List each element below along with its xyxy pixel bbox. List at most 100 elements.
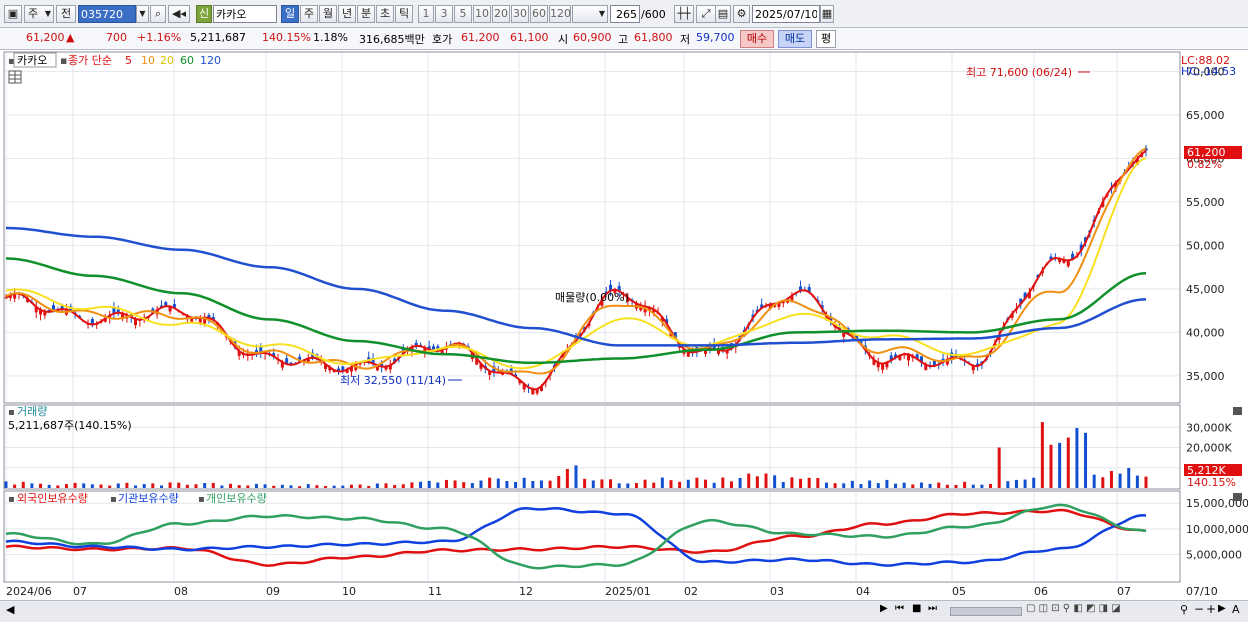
stop-icon[interactable]: ■ [912,603,921,614]
interval-button[interactable]: 1 [418,5,434,23]
interval-button[interactable]: 20 [492,5,510,23]
volume-bar [203,483,207,488]
inst-holding-label: 기관보유수량 [118,492,179,505]
volume-bar [755,476,759,488]
panel-handle-icon: ▪ [198,494,205,505]
volume-bar [583,478,587,488]
volume-bar [695,477,699,488]
volume-bar [505,481,509,488]
volume-bar [902,482,906,488]
period-button[interactable]: 초 [376,5,394,23]
volume-bar [272,485,276,488]
holding-y-tick: 10,000,000 [1186,523,1248,536]
volume-bar [919,482,923,488]
holding-panel-close-icon[interactable] [1233,493,1242,501]
indiv-holding-label: 개인보유수량 [206,492,267,505]
interval-button[interactable]: 5 [454,5,472,23]
volume-bar [1127,467,1131,488]
interval-button[interactable]: 30 [511,5,529,23]
volume-bar [1032,477,1036,488]
volume-bar [375,483,379,488]
supply-balloon: 매물량(0.00%) [555,291,629,304]
scroll-thumb[interactable] [950,607,1022,616]
volume-bar [168,482,172,488]
volume-bar [600,479,604,488]
volume-bar [850,480,854,488]
volume-bar [159,485,163,488]
period-button[interactable]: 분 [357,5,375,23]
volume-bar [799,478,803,488]
volume-y-tick: 30,000K [1186,421,1232,434]
volume-bar [643,479,647,488]
x-tick: 08 [174,585,188,598]
volume-bar [427,480,431,488]
volume-bar [298,486,302,488]
volume-bar [470,483,474,488]
volume-bar [1092,474,1096,488]
price-panel [3,51,1181,404]
scroll-left-icon[interactable]: ◀ [6,603,14,616]
tool-icons[interactable]: ▢ ◫ ⊡ ⚲ ◧ ◩ ◨ ◪ [1026,603,1121,614]
scroll-right-icon[interactable]: ▶ [1218,603,1226,614]
zoom-icon[interactable]: ⚲ [1180,603,1188,616]
volume-bar [539,480,543,488]
volume-bar [660,477,664,488]
period-button[interactable]: 년 [338,5,356,23]
volume-bar [436,482,440,488]
x-axis-labels: 2024/06 07 08 09 10 11 12 2025/01 02 03 04 05 06 07 07… [6,585,1218,598]
interval-button[interactable]: 120 [549,5,571,23]
volume-panel-close-icon[interactable] [1233,407,1242,415]
panel-handle-icon: ▪ [8,407,15,418]
volume-bar [859,484,863,488]
price-y-tick: 45,000 [1186,283,1225,296]
volume-bar [90,484,94,488]
volume-value-label: 5,211,687주(140.15%) [8,419,132,432]
scroll-bar-area: ◀ ▶ ⏮ ■ ⏭ ▢ ◫ ⊡ ⚲ ◧ ◩ ◨ ◪ ⚲ − + ▶ A [0,600,1248,622]
period-button[interactable]: 주 [300,5,318,23]
price-y-tick: 50,000 [1186,239,1225,252]
zoom-in-icon[interactable]: + [1206,602,1216,616]
volume-bar [125,482,129,488]
volume-bar [989,483,993,488]
volume-bar [453,480,457,488]
volume-bar [617,483,621,488]
forward-icon[interactable]: ⏭ [928,603,937,614]
rewind-icon[interactable]: ⏮ [895,603,904,614]
volume-bar [306,484,310,488]
high-annotation: 최고 71,600 (06/24) [966,66,1072,79]
volume-bar [410,482,414,488]
price-y-tick: 40,000 [1186,326,1225,339]
x-tick: 12 [519,585,533,598]
volume-bar [764,473,768,488]
x-tick: 10 [342,585,356,598]
volume-bar [954,484,958,488]
interval-button[interactable]: 3 [435,5,453,23]
period-button[interactable]: 월 [319,5,337,23]
holding-panel [3,490,1181,583]
volume-bar [1006,481,1010,488]
volume-bar [263,484,267,488]
x-tick: 05 [952,585,966,598]
x-tick: 06 [1034,585,1048,598]
volume-bar [807,477,811,488]
volume-bar [1049,444,1053,488]
volume-bar [609,479,613,488]
font-size-icon[interactable]: A [1232,603,1240,616]
play-icon[interactable]: ▶ [880,603,888,614]
volume-bar [1118,473,1122,488]
volume-bar [721,477,725,488]
volume-bar [99,484,103,488]
interval-button[interactable]: 60 [530,5,548,23]
volume-bar [1023,479,1027,488]
period-button[interactable]: 일 [281,5,299,23]
volume-bar [444,479,448,488]
volume-bar [885,479,889,488]
period-button[interactable]: 틱 [395,5,413,23]
volume-bar [488,477,492,488]
volume-bar [349,484,353,488]
volume-bar [686,479,690,488]
price-y-tick: 55,000 [1186,196,1225,209]
interval-button[interactable]: 10 [473,5,491,23]
volume-bar [13,484,17,488]
zoom-out-icon[interactable]: − [1194,602,1204,616]
